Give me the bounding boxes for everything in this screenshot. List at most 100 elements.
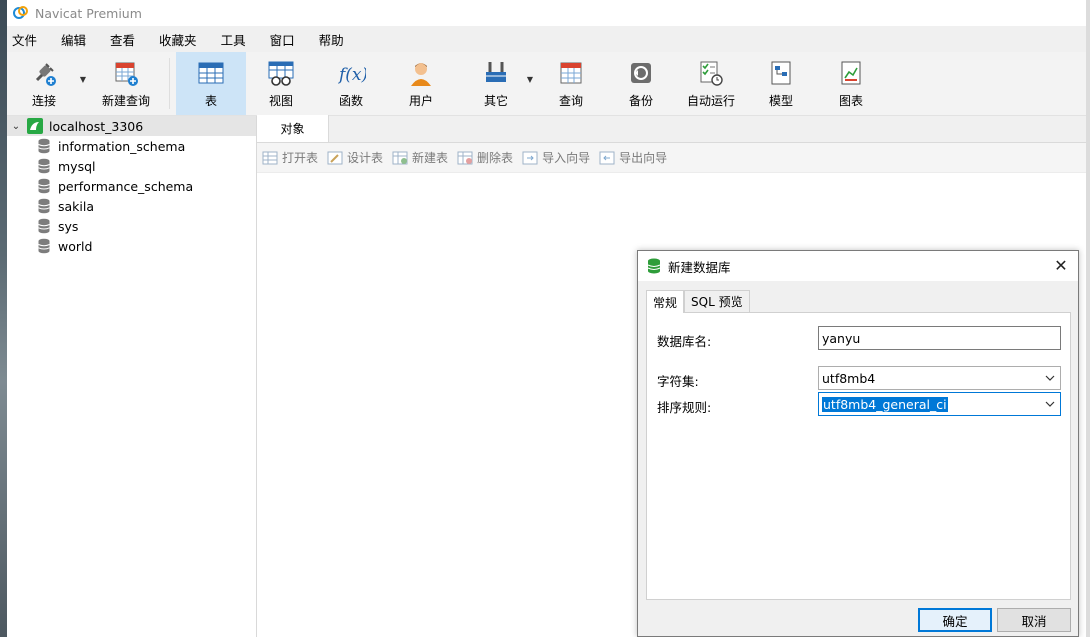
new-database-dialog: 新建数据库 ✕ 常规 SQL 预览 数据库名: yanyu 字符集: utf8m… [637, 250, 1079, 637]
import-wizard-button[interactable]: 导入向导 [522, 149, 590, 166]
menu-tools[interactable]: 工具 [220, 30, 258, 49]
table-icon [196, 58, 226, 88]
view-button[interactable]: 视图 [246, 52, 316, 115]
general-panel: 数据库名: yanyu 字符集: utf8mb4 排序规则: utf8mb4_g… [646, 312, 1071, 600]
design-table-icon [327, 151, 343, 164]
db-name-field[interactable]: yanyu [818, 326, 1061, 350]
other-dropdown-icon[interactable]: ▼ [524, 44, 536, 115]
chart-label: 图表 [838, 94, 863, 108]
query-button[interactable]: 查询 [536, 52, 606, 115]
tree-database-item[interactable]: performance_schema [7, 176, 256, 196]
cancel-button[interactable]: 取消 [997, 608, 1071, 632]
export-wizard-label: 导出向导 [619, 151, 668, 165]
chevron-down-icon [1045, 401, 1055, 407]
window-border [1086, 0, 1090, 637]
database-name: mysql [58, 158, 96, 174]
charset-select[interactable]: utf8mb4 [818, 366, 1061, 390]
database-icon [38, 238, 50, 254]
tab-general[interactable]: 常规 [646, 290, 685, 313]
function-button[interactable]: f(x) 函数 [316, 52, 386, 115]
new-table-button[interactable]: 新建表 [392, 149, 448, 166]
dialog-title: 新建数据库 [668, 259, 731, 275]
window-title: Navicat Premium [35, 5, 142, 21]
user-icon [406, 58, 436, 88]
design-table-button[interactable]: 设计表 [327, 149, 383, 166]
connect-button[interactable]: 连接 [11, 52, 77, 115]
ok-button[interactable]: 确定 [918, 608, 992, 632]
database-icon [38, 178, 50, 194]
tree-connection-localhost[interactable]: ⌄ localhost_3306 [7, 116, 256, 136]
open-table-button[interactable]: 打开表 [262, 149, 318, 166]
menu-bar: 文件 编辑 查看 收藏夹 工具 窗口 帮助 [7, 26, 1090, 52]
chart-button[interactable]: 图表 [816, 52, 886, 115]
tree-database-item[interactable]: sakila [7, 196, 256, 216]
design-table-label: 设计表 [347, 151, 384, 165]
menu-view[interactable]: 查看 [109, 30, 147, 49]
connection-name: localhost_3306 [49, 118, 144, 134]
tab-sql-preview[interactable]: SQL 预览 [684, 290, 750, 312]
backup-icon [626, 58, 656, 88]
close-icon[interactable]: ✕ [1052, 257, 1070, 275]
menu-file[interactable]: 文件 [11, 30, 49, 49]
tab-objects[interactable]: 对象 [257, 115, 329, 142]
tree-database-item[interactable]: sys [7, 216, 256, 236]
database-icon [647, 258, 661, 274]
delete-table-button[interactable]: 删除表 [457, 149, 513, 166]
tools-icon [481, 58, 511, 88]
database-icon [38, 158, 50, 174]
title-bar: Navicat Premium [7, 0, 1090, 26]
database-icon [38, 198, 50, 214]
delete-table-icon [457, 151, 473, 164]
function-label: 函数 [338, 94, 363, 108]
navicat-window: Navicat Premium 文件 编辑 查看 收藏夹 工具 窗口 帮助 连接… [7, 0, 1090, 637]
tree-database-item[interactable]: mysql [7, 156, 256, 176]
other-label: 其它 [483, 94, 508, 108]
import-icon [522, 151, 538, 164]
menu-help[interactable]: 帮助 [318, 30, 356, 49]
chart-icon [836, 58, 866, 88]
collapse-chevron-icon[interactable]: ⌄ [9, 121, 23, 132]
automation-icon [696, 58, 726, 88]
svg-text:f(x): f(x) [337, 65, 366, 85]
menu-window[interactable]: 窗口 [269, 30, 307, 49]
collation-value: utf8mb4_general_ci [822, 396, 948, 412]
main-toolbar: 连接 ▼ 新建查询 表 视图 f(x) 函数 用户 其它 ▼ 查询 备份 自动运… [7, 52, 1090, 116]
collation-select[interactable]: utf8mb4_general_ci [818, 392, 1061, 416]
model-button[interactable]: 模型 [746, 52, 816, 115]
charset-label: 字符集: [657, 374, 699, 389]
new-table-icon [392, 151, 408, 164]
open-table-label: 打开表 [282, 151, 319, 165]
connect-dropdown-icon[interactable]: ▼ [77, 44, 89, 115]
table-button[interactable]: 表 [176, 52, 246, 115]
import-wizard-label: 导入向导 [542, 151, 591, 165]
automation-button[interactable]: 自动运行 [676, 52, 746, 115]
user-button[interactable]: 用户 [386, 52, 456, 115]
new-query-icon [111, 58, 141, 88]
database-list: information_schemamysql performance_schem… [7, 136, 256, 256]
dialog-title-bar: 新建数据库 [638, 251, 1078, 281]
open-table-icon [262, 151, 278, 164]
new-query-label: 新建查询 [101, 94, 150, 108]
db-name-label: 数据库名: [657, 334, 712, 349]
new-query-button[interactable]: 新建查询 [89, 52, 163, 115]
connection-tree: ⌄ localhost_3306 information_schemamysql… [7, 116, 257, 637]
automation-label: 自动运行 [686, 94, 735, 108]
dialog-tabs: 常规 SQL 预览 [646, 290, 750, 313]
function-icon: f(x) [336, 58, 366, 88]
tab-bar: 对象 [257, 115, 1086, 143]
chevron-down-icon [1045, 375, 1055, 381]
db-name-value: yanyu [822, 330, 861, 346]
export-icon [599, 151, 615, 164]
view-label: 视图 [268, 94, 293, 108]
menu-favorites[interactable]: 收藏夹 [158, 30, 209, 49]
tree-database-item[interactable]: information_schema [7, 136, 256, 156]
desktop-background [0, 0, 7, 637]
model-label: 模型 [768, 94, 793, 108]
backup-button[interactable]: 备份 [606, 52, 676, 115]
model-icon [766, 58, 796, 88]
object-toolbar: 打开表 设计表 新建表 删除表 导入向导 导出向导 [257, 143, 1086, 173]
tree-database-item[interactable]: world [7, 236, 256, 256]
database-name: performance_schema [58, 178, 194, 194]
export-wizard-button[interactable]: 导出向导 [599, 149, 667, 166]
database-icon [38, 218, 50, 234]
